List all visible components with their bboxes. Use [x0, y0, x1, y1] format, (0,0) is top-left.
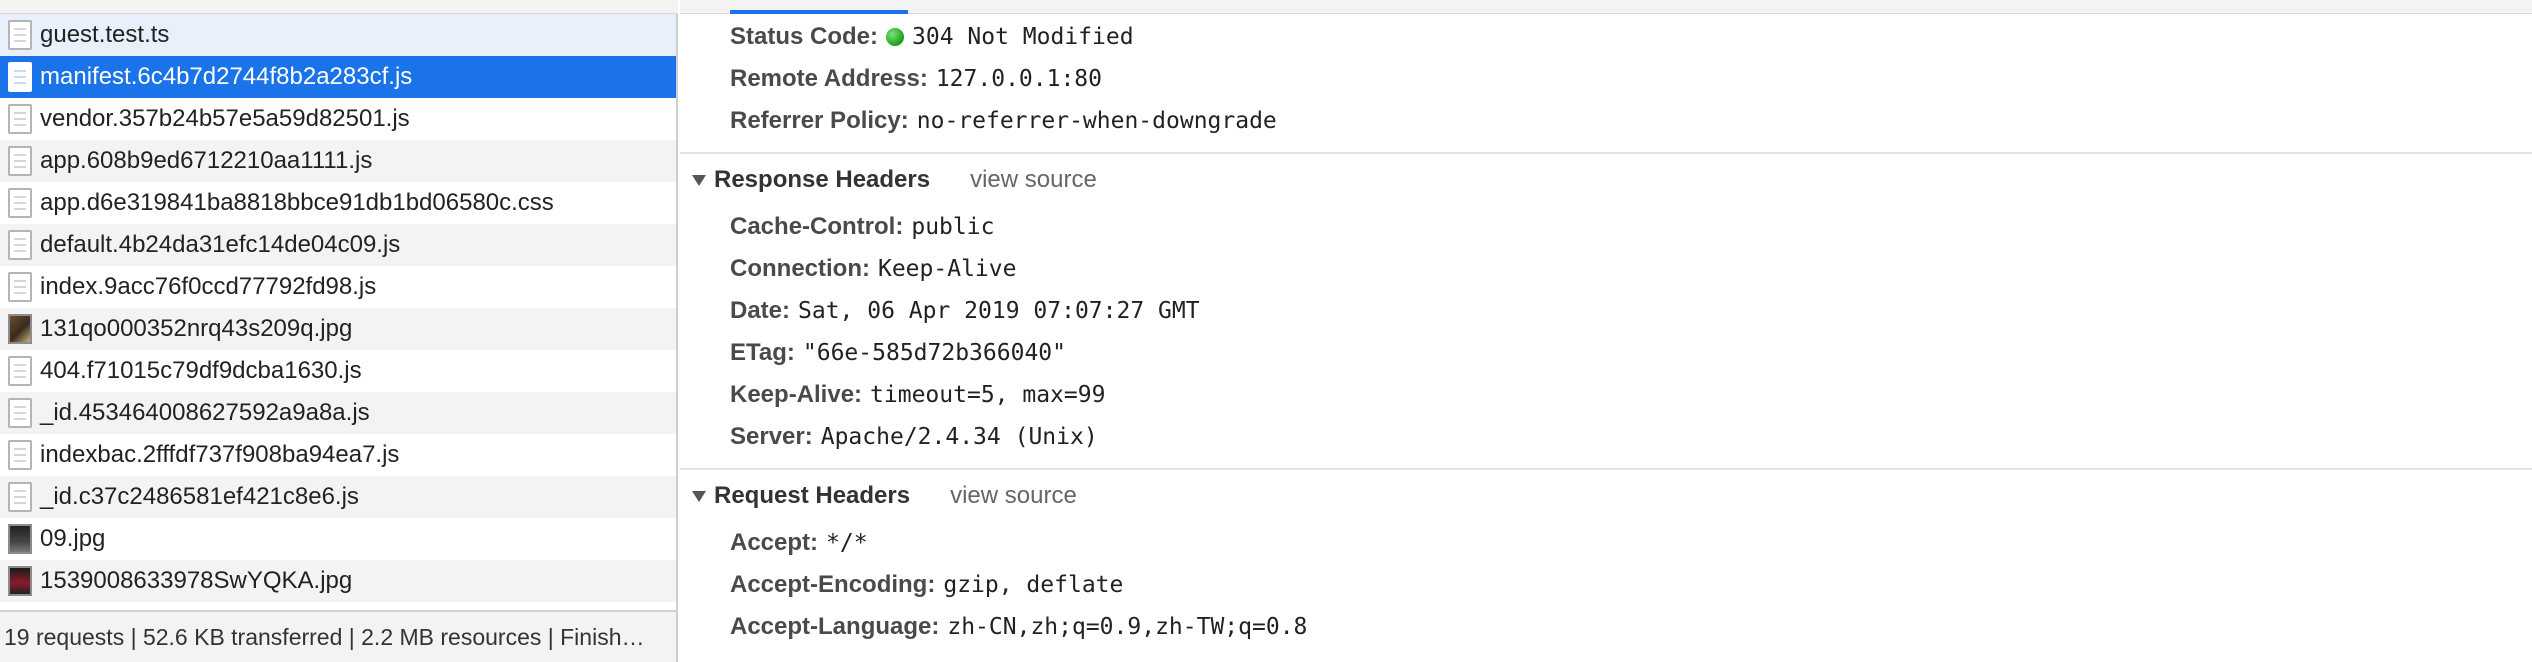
- request-row[interactable]: default.4b24da31efc14de04c09.js: [0, 224, 676, 266]
- image-thumbnail-icon: [8, 566, 32, 596]
- request-name: 131qo000352nrq43s209q.jpg: [40, 315, 353, 342]
- image-thumbnail-icon: [8, 524, 32, 554]
- header-key: Accept-Language:: [730, 613, 940, 640]
- section-divider: [680, 468, 2532, 470]
- document-icon: [8, 62, 32, 92]
- tab-headers-active-indicator[interactable]: [730, 10, 908, 14]
- header-key: Server:: [730, 423, 813, 450]
- referrer-policy-line: Referrer Policy: no-referrer-when-downgr…: [730, 106, 1277, 136]
- request-name: 09.jpg: [40, 525, 106, 552]
- request-name: app.d6e319841ba8818bbce91db1bd06580c.css: [40, 189, 554, 216]
- request-row[interactable]: vendor.357b24b57e5a59d82501.js: [0, 98, 676, 140]
- response-headers-section-header[interactable]: Response Headers view source: [692, 163, 1097, 197]
- status-code-label: Status Code:: [730, 23, 879, 50]
- header-value: Keep-Alive: [877, 256, 1017, 282]
- collapse-triangle-icon[interactable]: [692, 490, 706, 502]
- document-icon: [8, 272, 32, 302]
- request-name: guest.test.ts: [40, 21, 170, 48]
- header-value: timeout=5, max=99: [870, 382, 1106, 408]
- section-divider: [680, 152, 2532, 154]
- request-row[interactable]: app.608b9ed6712210aa1111.js: [0, 140, 676, 182]
- header-line: Cache-Control: public: [730, 212, 994, 242]
- document-icon: [8, 398, 32, 428]
- request-view-source-link[interactable]: view source: [950, 482, 1077, 510]
- request-name: app.608b9ed6712210aa1111.js: [40, 147, 373, 174]
- header-value: public: [911, 214, 995, 240]
- header-key: ETag:: [730, 339, 795, 366]
- header-line: Accept-Encoding: gzip, deflate: [730, 570, 1123, 600]
- document-icon: [8, 356, 32, 386]
- referrer-policy-label: Referrer Policy:: [730, 107, 909, 134]
- list-header-edge: [0, 0, 678, 14]
- detail-tab-bar: [680, 0, 2532, 14]
- remote-address-value: 127.0.0.1:80: [935, 66, 1102, 92]
- request-name: _id.c37c2486581ef421c8e6.js: [40, 483, 359, 510]
- document-icon: [8, 146, 32, 176]
- header-value: Apache/2.4.34 (Unix): [820, 424, 1098, 450]
- header-value: gzip, deflate: [943, 572, 1124, 598]
- header-line: Date: Sat, 06 Apr 2019 07:07:27 GMT: [730, 296, 1200, 326]
- request-row[interactable]: 09.jpg: [0, 518, 676, 560]
- header-value: Sat, 06 Apr 2019 07:07:27 GMT: [798, 298, 1200, 324]
- document-icon: [8, 482, 32, 512]
- document-icon: [8, 104, 32, 134]
- header-line: Accept-Language: zh-CN,zh;q=0.9,zh-TW;q=…: [730, 612, 1307, 642]
- response-view-source-link[interactable]: view source: [970, 166, 1097, 194]
- request-name: manifest.6c4b7d2744f8b2a283cf.js: [40, 63, 413, 90]
- remote-address-line: Remote Address: 127.0.0.1:80: [730, 64, 1102, 94]
- header-line: Connection: Keep-Alive: [730, 254, 1016, 284]
- request-row[interactable]: 1539008633978SwYQKA.jpg: [0, 560, 676, 602]
- request-headers-section-header[interactable]: Request Headers view source: [692, 479, 1077, 513]
- header-line: Server: Apache/2.4.34 (Unix): [730, 422, 1098, 452]
- request-name: 404.f71015c79df9dcba1630.js: [40, 357, 362, 384]
- request-row[interactable]: app.d6e319841ba8818bbce91db1bd06580c.css: [0, 182, 676, 224]
- collapse-triangle-icon[interactable]: [692, 174, 706, 186]
- header-value: "66e-585d72b366040": [802, 340, 1066, 366]
- response-headers-title: Response Headers: [714, 166, 931, 193]
- request-name: default.4b24da31efc14de04c09.js: [40, 231, 401, 258]
- remote-address-label: Remote Address:: [730, 65, 928, 92]
- header-value: */*: [826, 530, 868, 556]
- image-thumbnail-icon: [8, 314, 32, 344]
- document-icon: [8, 440, 32, 470]
- request-row[interactable]: _id.453464008627592a9a8a.js: [0, 392, 676, 434]
- request-row[interactable]: indexbac.2fffdf737f908ba94ea7.js: [0, 434, 676, 476]
- document-icon: [8, 20, 32, 50]
- request-name: 1539008633978SwYQKA.jpg: [40, 567, 353, 594]
- header-key: Connection:: [730, 255, 870, 282]
- header-key: Keep-Alive:: [730, 381, 863, 408]
- header-key: Accept-Encoding:: [730, 571, 936, 598]
- status-code-line: Status Code: 304 Not Modified: [730, 22, 1134, 52]
- header-key: Date:: [730, 297, 791, 324]
- request-name: _id.453464008627592a9a8a.js: [40, 399, 370, 426]
- header-line: ETag: "66e-585d72b366040": [730, 338, 1066, 368]
- request-row[interactable]: guest.test.ts: [0, 14, 676, 56]
- request-name: index.9acc76f0ccd77792fd98.js: [40, 273, 377, 300]
- request-name: indexbac.2fffdf737f908ba94ea7.js: [40, 441, 400, 468]
- referrer-policy-value: no-referrer-when-downgrade: [916, 108, 1277, 134]
- header-line: Keep-Alive: timeout=5, max=99: [730, 380, 1105, 410]
- request-list: guest.test.ts manifest.6c4b7d2744f8b2a28…: [0, 14, 676, 602]
- status-summary: 19 requests | 52.6 KB transferred | 2.2 …: [0, 610, 676, 662]
- header-key: Cache-Control:: [730, 213, 904, 240]
- request-row[interactable]: 131qo000352nrq43s209q.jpg: [0, 308, 676, 350]
- request-row[interactable]: _id.c37c2486581ef421c8e6.js: [0, 476, 676, 518]
- request-row[interactable]: 404.f71015c79df9dcba1630.js: [0, 350, 676, 392]
- headers-detail-panel: Status Code: 304 Not Modified Remote Add…: [680, 0, 2532, 662]
- request-headers-title: Request Headers: [714, 482, 911, 509]
- header-line: Accept: */*: [730, 528, 868, 558]
- header-value: zh-CN,zh;q=0.9,zh-TW;q=0.8: [947, 614, 1308, 640]
- request-list-panel: guest.test.ts manifest.6c4b7d2744f8b2a28…: [0, 0, 678, 662]
- document-icon: [8, 230, 32, 260]
- document-icon: [8, 188, 32, 218]
- request-row-selected[interactable]: manifest.6c4b7d2744f8b2a283cf.js: [0, 56, 676, 98]
- request-row[interactable]: index.9acc76f0ccd77792fd98.js: [0, 266, 676, 308]
- request-name: vendor.357b24b57e5a59d82501.js: [40, 105, 410, 132]
- status-code-value: 304 Not Modified: [912, 24, 1134, 50]
- status-ok-icon: [886, 28, 905, 46]
- header-key: Accept:: [730, 529, 819, 556]
